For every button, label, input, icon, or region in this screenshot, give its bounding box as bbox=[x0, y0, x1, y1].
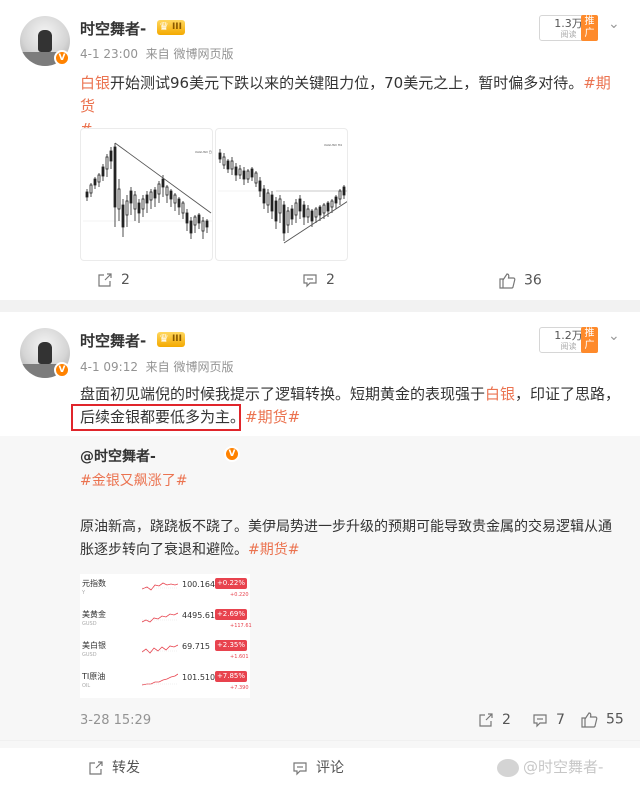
repost-action[interactable]: 转发 bbox=[88, 757, 140, 777]
more-chevron-icon[interactable]: ⌄ bbox=[608, 328, 620, 344]
quote-row: 美黄金 GUSD 4495.61 +2.69% +117.61 bbox=[80, 607, 252, 633]
repost-label: 转发 bbox=[112, 760, 140, 776]
quote-row: 元指数 Y 100.164 +0.22% +0.220 bbox=[80, 576, 250, 602]
user-name[interactable]: 时空舞者- bbox=[80, 18, 146, 39]
quote-name: 美黄金 bbox=[82, 610, 106, 619]
like-count: 55 bbox=[606, 711, 624, 728]
comment-count: 7 bbox=[556, 712, 565, 728]
quote-change-badge: +2.69% bbox=[215, 609, 247, 620]
sparkline bbox=[142, 612, 178, 623]
repost-count: 2 bbox=[502, 712, 511, 728]
crown-badge-icon[interactable]: III bbox=[157, 332, 185, 347]
hashtag-futures[interactable]: #期货# bbox=[245, 408, 300, 426]
watermark-text: @时空舞者- bbox=[523, 758, 604, 776]
quote-name: 美白银 bbox=[82, 641, 106, 650]
post-time[interactable]: 4-1 09:12 bbox=[80, 360, 138, 374]
svg-text:XAGUSD H4: XAGUSD H4 bbox=[324, 143, 342, 147]
promote-button[interactable]: 推广 bbox=[581, 15, 598, 41]
quote-delta: +0.220 bbox=[230, 592, 249, 598]
repost-action[interactable]: 2 bbox=[97, 272, 130, 288]
quote-sub: OIL bbox=[82, 683, 91, 689]
repost-time[interactable]: 3-28 15:29 bbox=[80, 713, 151, 728]
repost-count: 2 bbox=[121, 272, 130, 288]
comment-icon bbox=[533, 714, 547, 728]
comment-count: 2 bbox=[326, 272, 335, 288]
post-source: 来自 微博网页版 bbox=[145, 360, 234, 374]
verified-badge-icon: V bbox=[54, 50, 70, 66]
repost-icon bbox=[89, 761, 103, 775]
repost-text: 原油新高，跷跷板不跷了。美伊局势进一步升级的预期可能导致贵金属的交易逻辑从通胀逐… bbox=[80, 516, 625, 562]
chart-thumbnail-1[interactable]: XAGUSD 日线 bbox=[80, 128, 213, 261]
quote-value: 69.715 bbox=[182, 642, 210, 651]
highlight-annotation-box bbox=[71, 404, 241, 431]
repost-icon bbox=[479, 713, 493, 727]
comment-action[interactable]: 2 bbox=[302, 272, 335, 288]
sparkline bbox=[142, 644, 178, 654]
more-chevron-icon[interactable]: ⌄ bbox=[608, 16, 620, 32]
like-count: 36 bbox=[524, 272, 542, 289]
crown-badge-icon[interactable]: III bbox=[157, 20, 185, 35]
like-action[interactable]: 36 bbox=[498, 272, 542, 289]
svg-text:XAGUSD 日线: XAGUSD 日线 bbox=[195, 149, 213, 154]
comment-label: 评论 bbox=[316, 760, 344, 776]
like-icon bbox=[581, 712, 598, 728]
user-name[interactable]: 时空舞者- bbox=[80, 330, 146, 351]
comment-icon bbox=[293, 762, 307, 776]
post-card-1: V 时空舞者- III 4-1 23:00 来自 微博网页版 1.3万 阅读 推… bbox=[0, 0, 640, 300]
post-text-body: 开始测试96美元下跌以来的关键阻力位，70美元之上，暂时偏多对待。 bbox=[110, 74, 584, 92]
divider bbox=[0, 740, 640, 741]
quote-sub: GUSD bbox=[82, 652, 97, 658]
sparkline bbox=[142, 673, 178, 686]
comment-icon bbox=[303, 274, 317, 288]
verified-badge-icon: V bbox=[224, 446, 240, 462]
quote-delta: +7.390 bbox=[230, 685, 249, 691]
quote-name: 元指数 bbox=[82, 579, 106, 588]
weibo-logo-icon bbox=[497, 758, 519, 777]
quote-table-image[interactable]: 元指数 Y 100.164 +0.22% +0.220 美黄金 GUSD 449… bbox=[80, 574, 252, 698]
text-highlight-link[interactable]: 白银 bbox=[485, 385, 515, 403]
quote-change-badge: +0.22% bbox=[215, 578, 247, 589]
post-text-line1: 盘面初见端倪的时候我提示了逻辑转换。短期黄金的表现强于 bbox=[80, 385, 486, 403]
repost-text-hashtag[interactable]: #期货# bbox=[248, 542, 299, 558]
quote-change-badge: +2.35% bbox=[215, 640, 247, 651]
sparkline bbox=[142, 582, 178, 591]
chart-thumbnail-2[interactable]: XAGUSD H4 bbox=[215, 128, 348, 261]
promote-button[interactable]: 推广 bbox=[581, 327, 598, 353]
watermark: @时空舞者- bbox=[497, 756, 603, 777]
quote-delta: +1.601 bbox=[230, 654, 249, 660]
quote-name: TI原油 bbox=[82, 672, 106, 681]
quote-sub: GUSD bbox=[82, 621, 97, 627]
quote-change-badge: +7.85% bbox=[215, 671, 247, 682]
comment-action[interactable]: 评论 bbox=[292, 757, 344, 777]
repost-inner-repost[interactable]: 2 bbox=[478, 712, 511, 728]
quote-sub: Y bbox=[82, 590, 86, 596]
post-text-line1-end: ，印证了思路， bbox=[515, 385, 621, 403]
repost-text-body: 原油新高，跷跷板不跷了。美伊局势进一步升级的预期可能导致贵金属的交易逻辑从通胀逐… bbox=[80, 519, 612, 558]
candlestick-chart-2: XAGUSD H4 bbox=[218, 143, 347, 244]
quote-value: 100.164 bbox=[182, 580, 216, 589]
like-icon bbox=[499, 273, 516, 289]
repost-hashtag[interactable]: #金银又飙涨了# bbox=[80, 470, 187, 490]
repost-inner-like[interactable]: 55 bbox=[580, 711, 624, 728]
quote-value: 4495.61 bbox=[182, 611, 216, 620]
quote-value: 101.510 bbox=[182, 673, 216, 682]
repost-user-name[interactable]: @时空舞者- bbox=[80, 446, 156, 466]
quote-row: TI原油 OIL 101.510 +7.85% +7.390 bbox=[80, 669, 250, 695]
post-source: 来自 微博网页版 bbox=[145, 47, 234, 61]
verified-badge-icon: V bbox=[54, 362, 70, 378]
candlestick-chart-1: XAGUSD 日线 bbox=[83, 142, 213, 239]
text-highlight-link[interactable]: 白银 bbox=[80, 74, 110, 92]
post-meta: 4-1 23:00 来自 微博网页版 bbox=[80, 45, 233, 62]
quote-row: 美白银 GUSD 69.715 +2.35% +1.601 bbox=[80, 638, 250, 664]
quote-delta: +117.61 bbox=[230, 623, 252, 629]
post-time[interactable]: 4-1 23:00 bbox=[80, 47, 138, 61]
post-meta: 4-1 09:12 来自 微博网页版 bbox=[80, 358, 233, 375]
repost-icon bbox=[98, 273, 112, 287]
repost-inner-comment[interactable]: 7 bbox=[532, 712, 565, 728]
